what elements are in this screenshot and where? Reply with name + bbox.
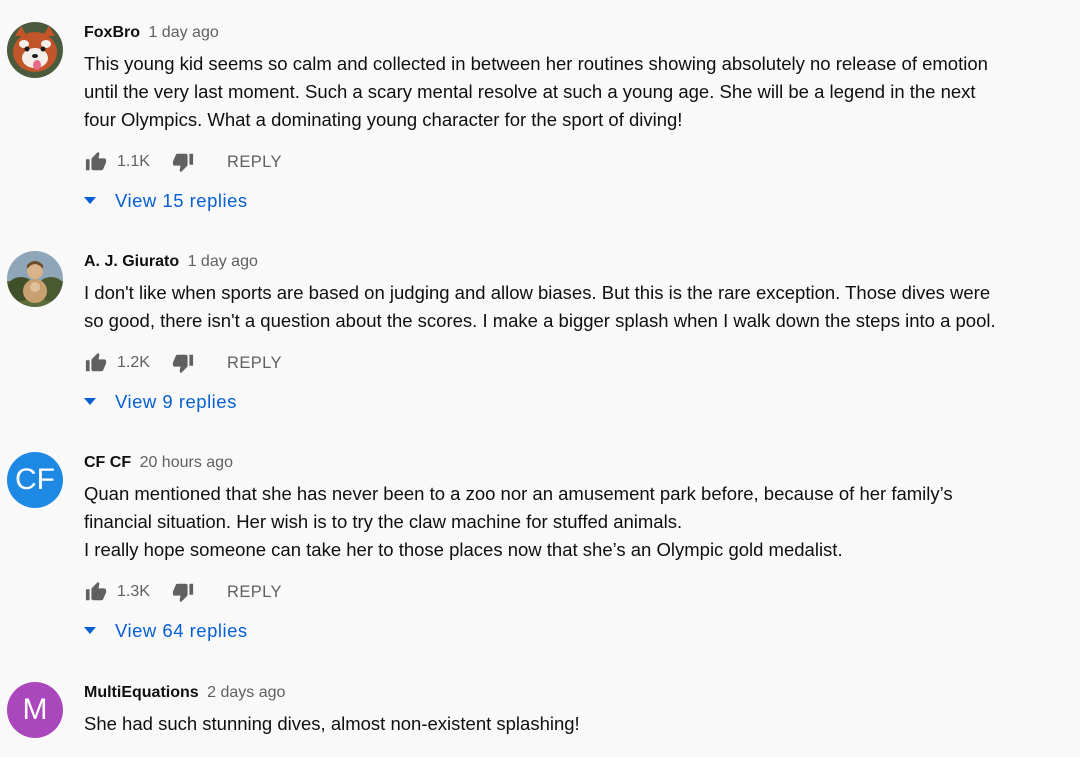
comments-section: FoxBro 1 day ago This young kid seems so…: [0, 0, 1080, 757]
comment-timestamp[interactable]: 20 hours ago: [140, 454, 233, 471]
comment-actions: 1.3K REPLY: [84, 580, 282, 604]
avatar-initials: M: [22, 693, 48, 726]
caret-down-icon: [84, 625, 96, 637]
dislike-button[interactable]: [171, 580, 195, 604]
comment-line: financial situation. Her wish is to try …: [84, 511, 683, 532]
comment-line: four Olympics. What a dominating young c…: [84, 109, 683, 130]
thumb-down-icon: [172, 354, 194, 374]
avatar[interactable]: [7, 251, 63, 307]
comment-text: Quan mentioned that she has never been t…: [84, 480, 1074, 564]
avatar[interactable]: M: [7, 682, 63, 738]
reply-button[interactable]: REPLY: [227, 583, 282, 602]
comment-header: FoxBro 1 day ago: [84, 22, 219, 44]
comment-line: so good, there isn't a question about th…: [84, 310, 996, 331]
comment-text: I don't like when sports are based on ju…: [84, 279, 1074, 335]
like-count: 1.1K: [117, 153, 150, 170]
red-panda-avatar-image: [7, 22, 63, 78]
person-avatar-image: [7, 251, 63, 307]
comment-line: This young kid seems so calm and collect…: [84, 53, 988, 74]
caret-down-icon: [84, 396, 96, 408]
avatar-initials: CF: [15, 463, 55, 496]
view-replies-button[interactable]: View 64 replies: [84, 619, 248, 643]
comment-line: I don't like when sports are based on ju…: [84, 282, 991, 303]
avatar[interactable]: CF: [7, 452, 63, 508]
thumb-down-icon: [172, 153, 194, 173]
view-replies-button[interactable]: View 15 replies: [84, 189, 248, 213]
comment-text: This young kid seems so calm and collect…: [84, 50, 1074, 134]
view-replies-label: View 15 replies: [115, 190, 248, 211]
like-button[interactable]: [84, 351, 108, 375]
like-count: 1.2K: [117, 354, 150, 371]
comment-timestamp[interactable]: 2 days ago: [207, 684, 285, 701]
author-name[interactable]: FoxBro: [84, 24, 140, 41]
author-name[interactable]: A. J. Giurato: [84, 253, 179, 270]
thumb-up-icon: [85, 151, 107, 171]
comment-line: She had such stunning dives, almost non-…: [84, 713, 580, 734]
comment-timestamp[interactable]: 1 day ago: [188, 253, 258, 270]
comment-header: MultiEquations 2 days ago: [84, 682, 285, 704]
comment-timestamp[interactable]: 1 day ago: [148, 24, 218, 41]
thumb-down-icon: [172, 583, 194, 603]
view-replies-button[interactable]: View 9 replies: [84, 390, 237, 414]
reply-button[interactable]: REPLY: [227, 153, 282, 172]
thumb-up-icon: [85, 581, 107, 601]
comment-actions: 1.2K REPLY: [84, 351, 282, 375]
like-count: 1.3K: [117, 583, 150, 600]
thumb-up-icon: [85, 352, 107, 372]
author-name[interactable]: CF CF: [84, 454, 131, 471]
comment-line: I really hope someone can take her to th…: [84, 539, 843, 560]
like-button[interactable]: [84, 580, 108, 604]
comment-line: Quan mentioned that she has never been t…: [84, 483, 953, 504]
reply-button[interactable]: REPLY: [227, 354, 282, 373]
view-replies-label: View 64 replies: [115, 620, 248, 641]
comment-actions: 1.1K REPLY: [84, 150, 282, 174]
dislike-button[interactable]: [171, 351, 195, 375]
view-replies-label: View 9 replies: [115, 391, 237, 412]
dislike-button[interactable]: [171, 150, 195, 174]
comment-line: until the very last moment. Such a scary…: [84, 81, 976, 102]
comment-header: CF CF 20 hours ago: [84, 452, 233, 474]
caret-down-icon: [84, 195, 96, 207]
author-name[interactable]: MultiEquations: [84, 684, 199, 701]
comment-text: She had such stunning dives, almost non-…: [84, 710, 1074, 738]
avatar[interactable]: [7, 22, 63, 78]
like-button[interactable]: [84, 150, 108, 174]
comment-header: A. J. Giurato 1 day ago: [84, 251, 258, 273]
